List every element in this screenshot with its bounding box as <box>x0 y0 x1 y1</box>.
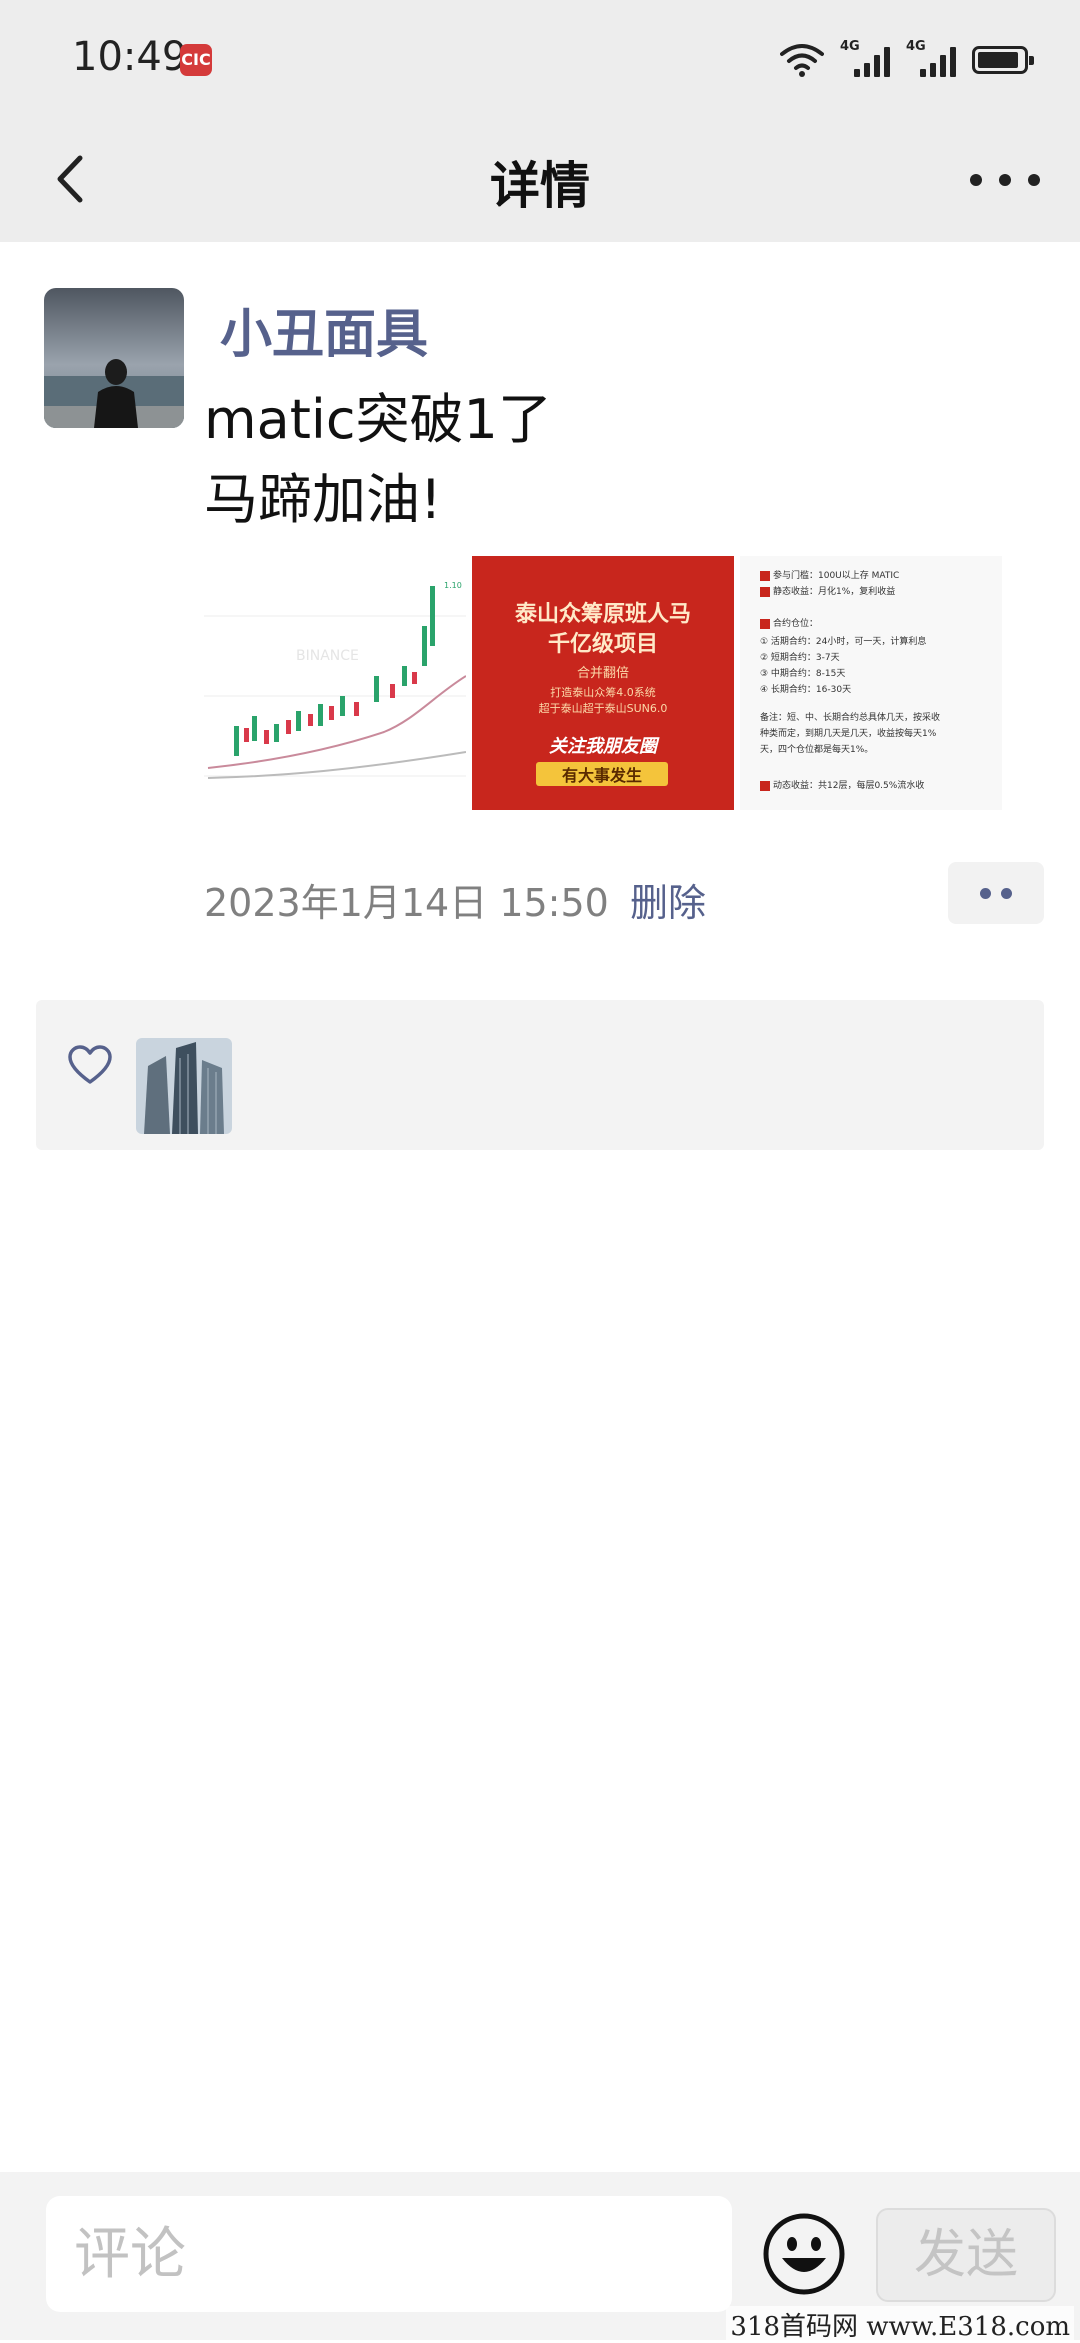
svg-text:BINANCE: BINANCE <box>296 648 359 664</box>
post-image-chart[interactable]: BINANCE 1.10 <box>204 556 466 810</box>
status-bar: 10:49 CIC 4G 4G <box>0 0 1080 120</box>
nav-bar: 详情 <box>0 120 1080 242</box>
watermark: 318首码网 www.E318.com <box>726 2306 1074 2343</box>
wifi-icon <box>780 44 824 77</box>
signal-icon-sim2: 4G <box>906 39 956 77</box>
emoji-icon[interactable] <box>762 2212 846 2296</box>
battery-icon <box>972 46 1034 74</box>
status-icons: 4G 4G <box>780 38 1034 82</box>
svg-text:1.10: 1.10 <box>444 581 462 590</box>
delete-link[interactable]: 删除 <box>630 872 706 927</box>
comment-input[interactable] <box>46 2196 732 2312</box>
clock: 10:49 <box>72 34 188 80</box>
post-timestamp: 2023年1月14日 15:50 <box>204 881 609 925</box>
post-image-text[interactable]: 参与门槛：100U以上存 MATIC 静态收益：月化1%，复利收益 合约仓位： … <box>740 556 1002 810</box>
page-title: 详情 <box>490 157 590 215</box>
app-notification-icon: CIC <box>180 44 212 76</box>
avatar[interactable] <box>44 288 184 428</box>
heart-icon <box>68 1045 112 1084</box>
liker-avatar[interactable] <box>136 1038 232 1134</box>
more-options-icon[interactable] <box>970 150 1040 210</box>
username-link[interactable]: 小丑面具 <box>220 292 428 367</box>
comment-like-menu-button[interactable] <box>948 862 1044 924</box>
post-image-promo[interactable]: 泰山众筹原班人马 千亿级项目 合并翻倍 打造泰山众筹4.0系统 超于泰山超于泰山… <box>472 556 734 810</box>
post-text: matic突破1了 马蹄加油! <box>204 388 552 531</box>
signal-icon-sim1: 4G <box>840 39 890 77</box>
post-image-grid: BINANCE 1.10 泰山众筹原班人马 千亿级项目 合并翻倍 打造泰山众筹4… <box>204 556 1002 810</box>
likes-panel <box>36 1000 1044 1150</box>
send-button[interactable]: 发送 <box>876 2208 1056 2302</box>
